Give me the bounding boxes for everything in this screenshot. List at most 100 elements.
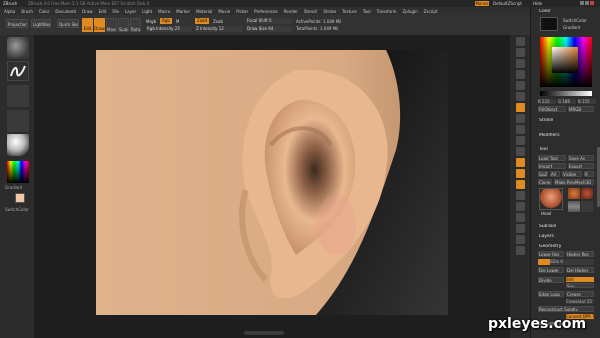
lightbox-button[interactable]: LightBox bbox=[31, 19, 51, 28]
edit-button[interactable]: Edit bbox=[82, 18, 93, 32]
right-icon-scroll[interactable] bbox=[515, 59, 525, 68]
menu-item-render[interactable]: Render bbox=[284, 9, 298, 14]
right-icon-rotate[interactable] bbox=[515, 180, 525, 189]
suv-button[interactable]: Suv bbox=[566, 283, 594, 288]
divide-button[interactable]: Divide bbox=[538, 277, 564, 283]
color-value-slider[interactable] bbox=[540, 91, 592, 96]
menu-item-tool[interactable]: Tool bbox=[363, 9, 371, 14]
menu-item-transform[interactable]: Transform bbox=[377, 9, 397, 14]
del-lower-button[interactable]: Del Lower bbox=[538, 267, 564, 273]
goz-button[interactable]: GoZ bbox=[538, 171, 548, 177]
texture-slot[interactable] bbox=[7, 110, 29, 132]
close-icon[interactable] bbox=[590, 1, 594, 5]
right-icon-scale[interactable] bbox=[515, 169, 525, 178]
window-controls[interactable] bbox=[580, 1, 598, 6]
switch-color-label[interactable]: SwitchColor bbox=[5, 207, 29, 212]
menu-item-zplugin[interactable]: Zplugin bbox=[403, 9, 418, 14]
r-value[interactable]: R 222 bbox=[538, 99, 556, 104]
mrgb-button[interactable]: Mrgb bbox=[146, 19, 156, 24]
all-button[interactable]: All bbox=[550, 171, 560, 177]
alpha-slot[interactable] bbox=[7, 85, 29, 107]
menu-item-document[interactable]: Document bbox=[55, 9, 76, 14]
edge-loop-button[interactable]: Edge Loop bbox=[538, 291, 564, 297]
fill-object-button[interactable]: FillObject bbox=[538, 106, 566, 112]
draw-size-slider[interactable]: Draw Size 64 bbox=[246, 26, 292, 32]
smt-button[interactable]: Smt bbox=[566, 277, 594, 282]
menu-item-light[interactable]: Light bbox=[142, 9, 152, 14]
export-button[interactable]: Export bbox=[568, 163, 594, 169]
current-color-swatch[interactable] bbox=[15, 193, 25, 203]
right-icon-local[interactable] bbox=[515, 125, 525, 134]
ear-model[interactable] bbox=[96, 50, 448, 315]
hide-button[interactable]: Hide bbox=[533, 1, 542, 6]
menu-item-preferences[interactable]: Preferences bbox=[254, 9, 278, 14]
right-icon-floor[interactable] bbox=[515, 114, 525, 123]
right-icon-linefill[interactable] bbox=[515, 191, 525, 200]
m-button[interactable]: M bbox=[176, 19, 179, 24]
color-picker-inner[interactable] bbox=[552, 47, 578, 73]
layers-title[interactable]: Layers bbox=[539, 234, 554, 239]
menu-item-texture[interactable]: Texture bbox=[342, 9, 357, 14]
rgb-intensity-slider[interactable]: Rgb Intensity 25 bbox=[146, 26, 192, 32]
mrgb-panel-button[interactable]: MRGB bbox=[568, 106, 594, 112]
stroke-palette-title[interactable]: Stroke bbox=[539, 118, 553, 123]
menu-item-material[interactable]: Material bbox=[196, 9, 212, 14]
menu-item-zscript[interactable]: Zscript bbox=[424, 9, 438, 14]
g-value[interactable]: G 186 bbox=[558, 99, 576, 104]
canvas-scrollbar[interactable] bbox=[244, 331, 284, 335]
right-icon-ghost[interactable] bbox=[515, 224, 525, 233]
color-picker-mini[interactable] bbox=[7, 161, 29, 183]
import-button[interactable]: Import bbox=[538, 163, 566, 169]
menu-item-color[interactable]: Color bbox=[39, 9, 49, 14]
canvas-area[interactable] bbox=[34, 35, 510, 338]
standard-brush-icon[interactable] bbox=[7, 37, 29, 59]
skinshade-material-icon[interactable] bbox=[7, 134, 29, 156]
menu-item-file[interactable]: File bbox=[112, 9, 119, 14]
crease-button[interactable]: Crease bbox=[566, 291, 594, 297]
dots-stroke-icon[interactable] bbox=[7, 61, 29, 81]
right-icon-l-sym[interactable] bbox=[515, 136, 525, 145]
zsub-button[interactable]: Zsub bbox=[213, 19, 223, 24]
menu-item-alpha[interactable]: Alpha bbox=[4, 9, 15, 14]
focal-shift-slider[interactable]: Focal Shift 0 bbox=[246, 18, 292, 24]
right-icon-frame[interactable] bbox=[515, 147, 525, 156]
visible-button[interactable]: Visible bbox=[562, 171, 582, 177]
maximize-icon[interactable] bbox=[585, 1, 589, 5]
right-icon-spix[interactable] bbox=[515, 48, 525, 57]
minimize-icon[interactable] bbox=[580, 1, 584, 5]
color-palette-title[interactable]: Color bbox=[539, 9, 551, 14]
menu-item-layer[interactable]: Layer bbox=[125, 9, 136, 14]
menu-item-draw[interactable]: Draw bbox=[82, 9, 92, 14]
rgb-button[interactable]: Rgb bbox=[160, 18, 172, 24]
projection-master-button[interactable]: Projection Master bbox=[6, 19, 28, 28]
menu-item-edit[interactable]: Edit bbox=[99, 9, 107, 14]
subtool-title[interactable]: SubTool bbox=[539, 224, 556, 229]
reconstruct-subdiv-button[interactable]: Reconstruct Subdiv bbox=[538, 306, 594, 312]
save-as-button[interactable]: Save As bbox=[568, 155, 594, 161]
geometry-title[interactable]: Geometry bbox=[539, 244, 561, 249]
switch-color-button[interactable]: SwitchColor bbox=[563, 18, 587, 23]
head-tool-thumb[interactable] bbox=[581, 188, 593, 199]
tool-palette-title[interactable]: Tool bbox=[539, 147, 548, 152]
sdiv-slider[interactable]: SDiv 6 bbox=[538, 259, 594, 265]
clone-button[interactable]: Clone bbox=[538, 179, 552, 185]
cylinder-tool-thumb[interactable] bbox=[568, 201, 580, 212]
z-intensity-slider[interactable]: Z Intensity 12 bbox=[195, 26, 243, 32]
del-higher-button[interactable]: Del Higher bbox=[566, 267, 594, 273]
r-button[interactable]: R bbox=[584, 171, 594, 177]
main-color-swatch[interactable] bbox=[540, 17, 558, 31]
document-canvas[interactable] bbox=[96, 50, 448, 315]
quick-sketch-button[interactable]: Quick Sketch bbox=[57, 19, 79, 28]
draw-button[interactable]: Draw bbox=[94, 18, 105, 32]
menu-item-movie[interactable]: Movie bbox=[218, 9, 230, 14]
right-icon-actual[interactable] bbox=[515, 81, 525, 90]
menu-item-marker[interactable]: Marker bbox=[176, 9, 190, 14]
right-icon-bpr[interactable] bbox=[515, 37, 525, 46]
color-picker-square[interactable] bbox=[540, 37, 592, 87]
modifiers-palette-title[interactable]: Modifiers bbox=[539, 133, 560, 138]
gradient-button[interactable]: Gradient bbox=[563, 25, 580, 30]
right-icon-zoom[interactable] bbox=[515, 70, 525, 79]
right-icon-solo[interactable] bbox=[515, 235, 525, 244]
right-icon-polyf[interactable] bbox=[515, 202, 525, 211]
menu-item-brush[interactable]: Brush bbox=[21, 9, 33, 14]
